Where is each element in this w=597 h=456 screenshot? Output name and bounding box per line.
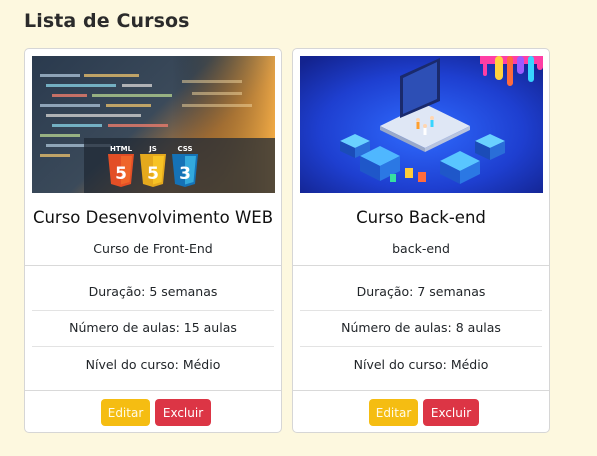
edit-button[interactable]: Editar [369,399,418,426]
course-level: Nível do curso: Médio [353,357,489,372]
svg-text:5: 5 [147,164,159,184]
course-subtitle: Curso de Front-End [93,241,213,256]
course-duration: Duração: 7 semanas [356,284,486,299]
course-card: HTML 5 JS 5 CSS 3 Curso Desenvolvimento … [24,48,282,433]
divider [25,390,281,391]
course-image-frontend: HTML 5 JS 5 CSS 3 [32,56,275,193]
divider [293,265,549,266]
course-duration: Duração: 5 semanas [88,284,218,299]
course-title: Curso Back-end [356,208,486,227]
edit-button[interactable]: Editar [101,399,150,426]
svg-text:3: 3 [179,164,191,184]
course-card: Curso Back-end back-end Duração: 7 seman… [292,48,550,433]
divider [32,310,274,311]
page-title: Lista de Cursos [24,10,190,32]
course-lessons: Número de aulas: 15 aulas [69,320,237,335]
divider [293,390,549,391]
course-title: Curso Desenvolvimento WEB [32,208,274,227]
svg-text:5: 5 [115,164,127,184]
course-level: Nível do curso: Médio [85,357,221,372]
divider [32,346,274,347]
divider [25,265,281,266]
course-image-backend [300,56,543,193]
divider [300,346,542,347]
css-badge-label: CSS [177,145,192,153]
delete-button[interactable]: Excluir [155,399,211,426]
course-subtitle: back-end [392,241,450,256]
html-badge-label: HTML [110,145,133,153]
divider [300,310,542,311]
delete-button[interactable]: Excluir [423,399,479,426]
js-badge-label: JS [148,145,157,153]
course-lessons: Número de aulas: 8 aulas [341,320,501,335]
